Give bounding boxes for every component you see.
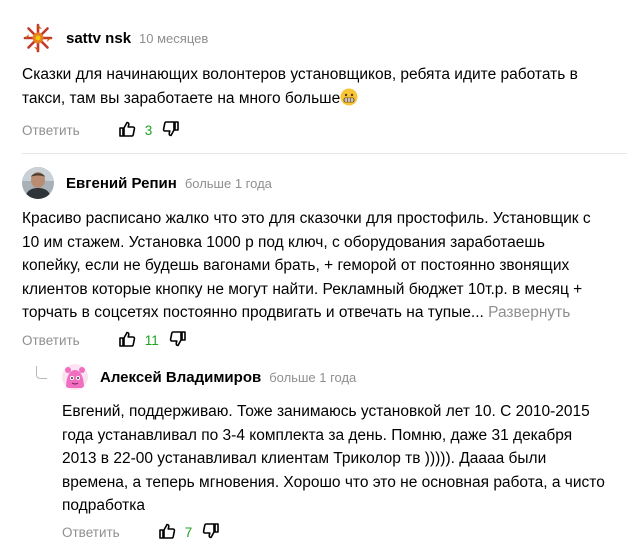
comment-author[interactable]: Алексей Владимиров: [100, 369, 261, 386]
thumb-down-icon[interactable]: [162, 120, 180, 141]
thumb-down-icon[interactable]: [169, 330, 187, 351]
comment-line: Красиво расписано жалко что это для сказ…: [22, 210, 591, 227]
user-photo-avatar[interactable]: [22, 167, 54, 199]
expand-link[interactable]: Развернуть: [488, 304, 570, 321]
comment-line: Сказки для начинающих волонтеров установ…: [22, 66, 578, 83]
comment-line: Евгений, поддерживаю. Тоже занимаюсь уст…: [62, 403, 590, 420]
comment-header: Алексей Владимиров больше 1 года: [62, 364, 356, 390]
comment-date: 10 месяцев: [139, 30, 209, 46]
comment-header: Евгений Репин больше 1 года: [22, 167, 272, 199]
comment-line: такси, там вы заработаете на много больш…: [22, 89, 341, 107]
comment-line: копейку, если не будешь вагонами брать, …: [22, 257, 570, 274]
grimace-emoji-icon: [340, 88, 358, 106]
comment-header: sattv nsk 10 месяцев: [22, 22, 208, 54]
comment-line: 10 им стажем. Установка 1000 р под ключ,…: [22, 233, 545, 251]
comment-line: года устанавливал по 3-4 комплекта за де…: [62, 426, 573, 444]
like-count: 3: [144, 123, 153, 138]
thumb-up-icon[interactable]: [118, 120, 136, 141]
comment-line-with-emoji: такси, там вы заработаете на много больш…: [22, 87, 578, 111]
thumb-down-icon[interactable]: [202, 522, 220, 543]
comment-line: 2013 в 22-00 устанавливал клиентам Трико…: [62, 450, 547, 467]
comment-line: времена, а теперь мгновения. Хорошо что …: [62, 473, 605, 491]
reply-button[interactable]: Ответить: [22, 123, 80, 138]
comment-actions: Ответить 7: [62, 522, 220, 543]
like-group: 7: [158, 522, 221, 543]
comment-text: Евгений, поддерживаю. Тоже занимаюсь уст…: [62, 400, 605, 518]
like-count: 7: [184, 525, 193, 540]
pink-creature-avatar-icon[interactable]: [62, 364, 88, 390]
comment-line: торчать в соцсетях постоянно продвигать …: [22, 304, 484, 321]
comment-text: Красиво расписано жалко что это для сказ…: [22, 207, 591, 325]
comment-actions: Ответить 3: [22, 120, 180, 141]
thumb-up-icon[interactable]: [158, 522, 176, 543]
reply-button[interactable]: Ответить: [22, 333, 80, 348]
comment-date: больше 1 года: [269, 369, 357, 385]
thumb-up-icon[interactable]: [118, 330, 136, 351]
comment-line: клиентов которые кнопку не могут найти. …: [22, 280, 583, 298]
reply-button[interactable]: Ответить: [62, 525, 120, 540]
comment-date: больше 1 года: [184, 175, 272, 191]
comment-text: Сказки для начинающих волонтеров установ…: [22, 63, 578, 110]
comment-divider: [22, 153, 627, 154]
comment-author[interactable]: Евгений Репин: [66, 175, 177, 192]
comment-actions: Ответить 11: [22, 330, 187, 351]
like-group: 11: [118, 330, 187, 351]
sun-ornament-avatar-icon[interactable]: [22, 22, 54, 54]
comment-author[interactable]: sattv nsk: [66, 30, 131, 47]
like-count: 11: [144, 333, 159, 348]
like-group: 3: [118, 120, 181, 141]
comment-line: подработка: [62, 497, 145, 514]
thread-reply-icon: [36, 366, 47, 379]
comment-last-line: торчать в соцсетях постоянно продвигать …: [22, 301, 591, 325]
